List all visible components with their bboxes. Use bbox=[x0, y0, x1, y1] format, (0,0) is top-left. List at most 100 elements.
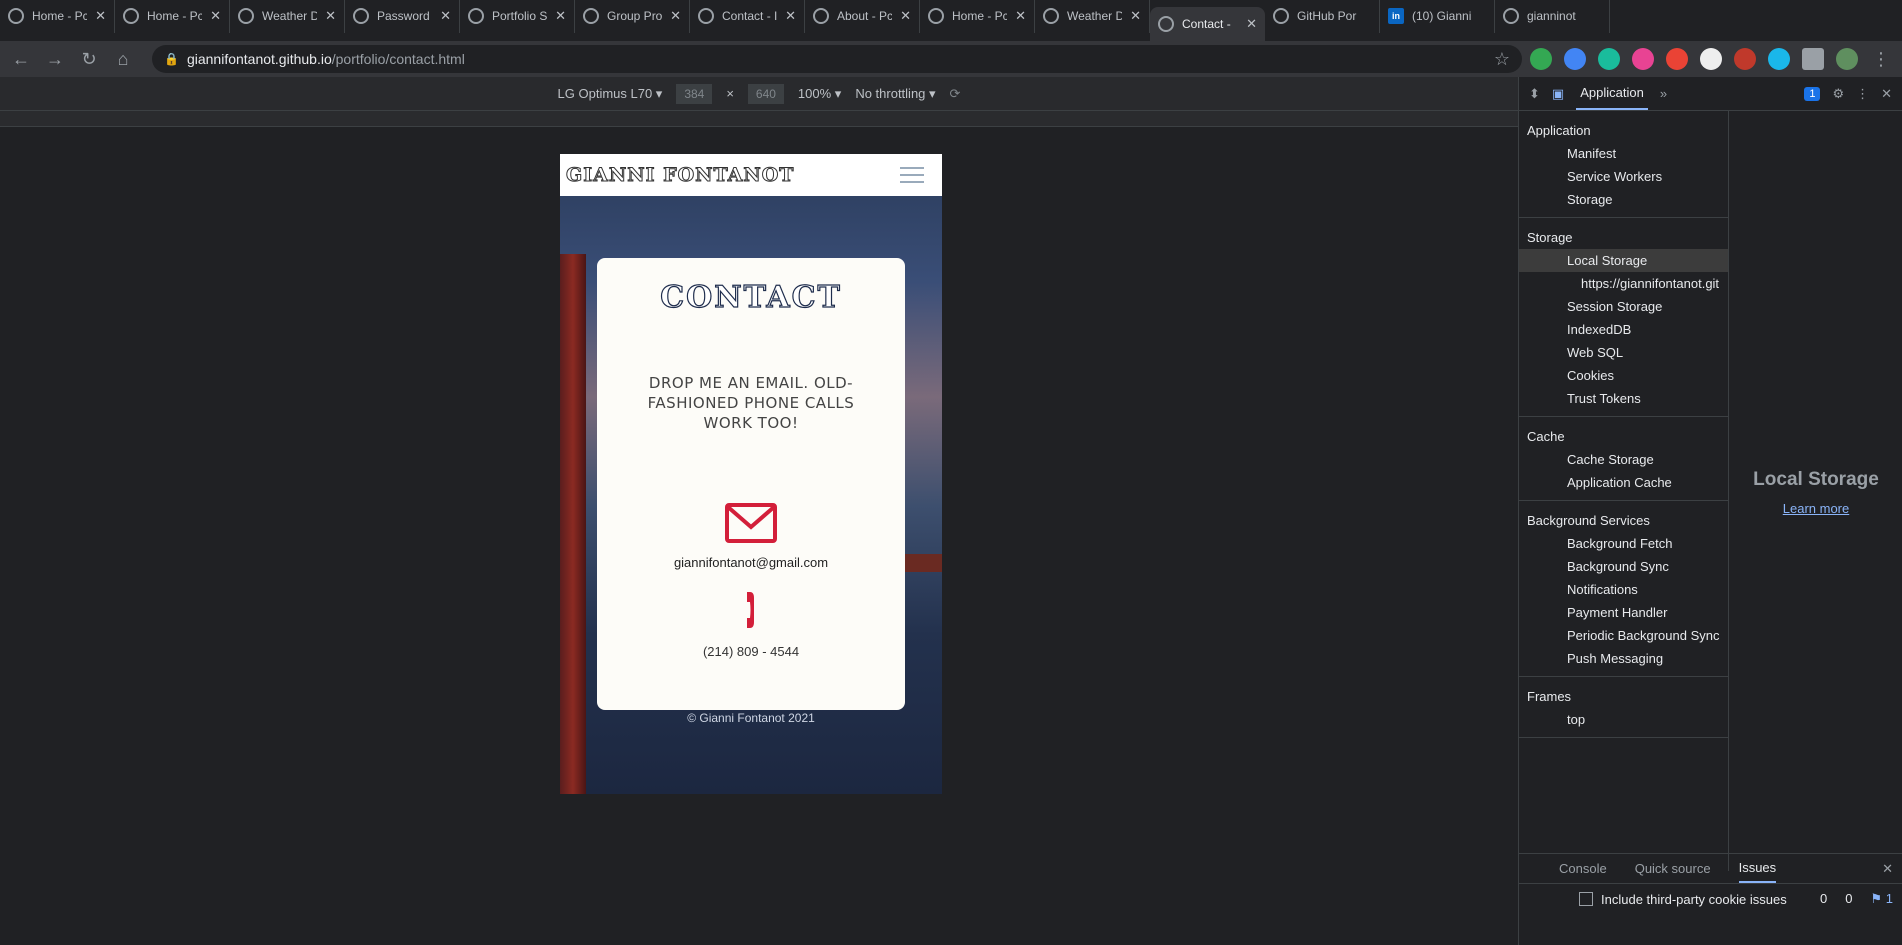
browser-tab[interactable]: Group Pro ✕ bbox=[575, 0, 690, 33]
tab-close-icon[interactable]: ✕ bbox=[210, 8, 221, 24]
extension-icon[interactable] bbox=[1530, 48, 1552, 70]
browser-tab[interactable]: About - Pc ✕ bbox=[805, 0, 920, 33]
menu-dots-icon[interactable]: ⋮ bbox=[1866, 44, 1896, 74]
throttle-select[interactable]: No throttling ▾ bbox=[855, 86, 935, 102]
tab-close-icon[interactable]: ✕ bbox=[1130, 8, 1141, 24]
tab-close-icon[interactable]: ✕ bbox=[900, 8, 911, 24]
rotate-icon[interactable]: ⟳ bbox=[950, 86, 961, 102]
forward-icon[interactable]: → bbox=[40, 44, 70, 74]
sidebar-item[interactable]: Notifications bbox=[1519, 578, 1728, 601]
device-viewport: GIANNI FONTANOT CONTACT DROP ME AN EMAIL… bbox=[0, 127, 1792, 945]
height-input[interactable]: 640 bbox=[747, 83, 784, 104]
gear-icon[interactable]: ⚙ bbox=[1832, 86, 1844, 102]
sidebar-section-title: Background Services bbox=[1527, 513, 1650, 528]
tab-close-icon[interactable]: ✕ bbox=[440, 8, 451, 24]
browser-tab[interactable]: Contact - I ✕ bbox=[690, 0, 805, 33]
tab-issues[interactable]: Issues bbox=[1738, 854, 1777, 883]
phone-link[interactable]: (214) 809 - 4544 bbox=[703, 644, 799, 659]
sidebar-item[interactable]: Cookies bbox=[1519, 364, 1728, 387]
browser-tab[interactable]: Home - Pc ✕ bbox=[115, 0, 230, 33]
extension-icon[interactable] bbox=[1734, 48, 1756, 70]
sidebar-item[interactable]: Manifest bbox=[1519, 142, 1728, 165]
tab-close-icon[interactable]: ✕ bbox=[555, 8, 566, 24]
browser-tab[interactable]: Portfolio S ✕ bbox=[460, 0, 575, 33]
tab-title: Weather D bbox=[1067, 9, 1123, 23]
tab-console[interactable]: Console bbox=[1559, 861, 1607, 876]
browser-tab[interactable]: GitHub Por bbox=[1265, 0, 1380, 33]
extension-icon[interactable] bbox=[1598, 48, 1620, 70]
browser-tab[interactable]: Home - Pc ✕ bbox=[920, 0, 1035, 33]
site-logo[interactable]: GIANNI FONTANOT bbox=[565, 164, 794, 187]
globe-icon bbox=[353, 8, 369, 24]
sidebar-item[interactable]: Cache Storage bbox=[1519, 448, 1728, 471]
tab-application[interactable]: Application bbox=[1576, 77, 1648, 110]
extension-icon[interactable] bbox=[1700, 48, 1722, 70]
sidebar-item[interactable]: Local Storage bbox=[1519, 249, 1728, 272]
sidebar-item[interactable]: Storage bbox=[1519, 188, 1728, 211]
avatar[interactable] bbox=[1836, 48, 1858, 70]
browser-tab[interactable]: Weather D ✕ bbox=[230, 0, 345, 33]
inspect-icon[interactable]: ⬍ bbox=[1529, 86, 1540, 102]
sidebar-item[interactable]: Web SQL bbox=[1519, 341, 1728, 364]
sidebar-section-title: Storage bbox=[1527, 230, 1573, 245]
browser-tab[interactable]: in (10) Gianni bbox=[1380, 0, 1495, 33]
browser-tab[interactable]: Contact - ✕ bbox=[1150, 7, 1265, 41]
drawer-close-icon[interactable]: ✕ bbox=[1882, 861, 1893, 877]
sidebar-item[interactable]: Periodic Background Sync bbox=[1519, 624, 1728, 647]
hamburger-menu-icon[interactable] bbox=[900, 167, 924, 183]
tab-close-icon[interactable]: ✕ bbox=[785, 8, 796, 24]
tab-close-icon[interactable]: ✕ bbox=[1015, 8, 1026, 24]
learn-more-link[interactable]: Learn more bbox=[1783, 501, 1849, 516]
back-icon[interactable]: ← bbox=[6, 44, 36, 74]
vimeo-icon[interactable] bbox=[1768, 48, 1790, 70]
sidebar-item[interactable]: Session Storage bbox=[1519, 295, 1728, 318]
sidebar-item[interactable]: https://giannifontanot.git bbox=[1519, 272, 1728, 295]
width-input[interactable]: 384 bbox=[676, 83, 713, 104]
browser-tab[interactable]: Weather D ✕ bbox=[1035, 0, 1150, 33]
sidebar-item[interactable]: Application Cache bbox=[1519, 471, 1728, 494]
tab-close-icon[interactable]: ✕ bbox=[95, 8, 106, 24]
sidebar-item[interactable]: Background Fetch bbox=[1519, 532, 1728, 555]
sidebar-item[interactable]: Trust Tokens bbox=[1519, 387, 1728, 410]
sidebar-item[interactable]: Payment Handler bbox=[1519, 601, 1728, 624]
tab-close-icon[interactable]: ✕ bbox=[670, 8, 681, 24]
zoom-select[interactable]: 100% ▾ bbox=[798, 86, 841, 102]
tab-title: Home - Pc bbox=[952, 9, 1008, 23]
device-select[interactable]: LG Optimus L70 ▾ bbox=[558, 86, 663, 102]
extension-icon[interactable] bbox=[1666, 48, 1688, 70]
home-icon[interactable]: ⌂ bbox=[108, 44, 138, 74]
devtools-header: ⬍ ▣ Application » 1 ⚙ ⋮ ✕ bbox=[1519, 77, 1902, 111]
bookmark-star-icon[interactable]: ☆ bbox=[1494, 49, 1510, 70]
sidebar-item[interactable]: IndexedDB bbox=[1519, 318, 1728, 341]
checkbox-label: Include third-party cookie issues bbox=[1601, 891, 1787, 907]
sidebar-item[interactable]: Service Workers bbox=[1519, 165, 1728, 188]
email-link[interactable]: giannifontanot@gmail.com bbox=[674, 555, 828, 570]
browser-tab[interactable]: Home - Pc ✕ bbox=[0, 0, 115, 33]
more-panels-icon[interactable]: » bbox=[1660, 86, 1667, 101]
kebab-menu-icon[interactable]: ⋮ bbox=[1856, 86, 1869, 102]
tab-close-icon[interactable]: ✕ bbox=[1246, 16, 1257, 32]
close-icon[interactable]: ✕ bbox=[1881, 86, 1892, 102]
device-toggle-icon[interactable]: ▣ bbox=[1552, 86, 1564, 102]
tab-close-icon[interactable]: ✕ bbox=[325, 8, 336, 24]
sidebar-section: Cache Cache Storage Application Cache bbox=[1519, 417, 1728, 501]
extension-icon[interactable] bbox=[1632, 48, 1654, 70]
sidebar-item[interactable]: Background Sync bbox=[1519, 555, 1728, 578]
sidebar-section: Application Manifest Service Workers Storag… bbox=[1519, 111, 1728, 218]
phone-icon[interactable] bbox=[740, 590, 762, 630]
reload-icon[interactable]: ↻ bbox=[74, 44, 104, 74]
browser-tab[interactable]: Password G ✕ bbox=[345, 0, 460, 33]
tab-title: Portfolio S bbox=[492, 9, 548, 23]
tab-quick-source[interactable]: Quick source bbox=[1635, 861, 1711, 876]
third-party-checkbox[interactable] bbox=[1579, 892, 1593, 906]
browser-tab[interactable]: gianninot bbox=[1495, 0, 1610, 33]
envelope-icon[interactable] bbox=[725, 503, 777, 543]
extension-icon[interactable] bbox=[1564, 48, 1586, 70]
sidebar-item[interactable]: top bbox=[1519, 708, 1728, 731]
issues-badge[interactable]: 1 bbox=[1804, 86, 1821, 101]
address-bar[interactable]: 🔒 giannifontanot.github.io/portfolio/con… bbox=[152, 45, 1522, 73]
count-warnings: 0 bbox=[1845, 891, 1853, 906]
puzzle-icon[interactable] bbox=[1802, 48, 1824, 70]
throttle-value: No throttling bbox=[855, 85, 926, 101]
sidebar-item[interactable]: Push Messaging bbox=[1519, 647, 1728, 670]
